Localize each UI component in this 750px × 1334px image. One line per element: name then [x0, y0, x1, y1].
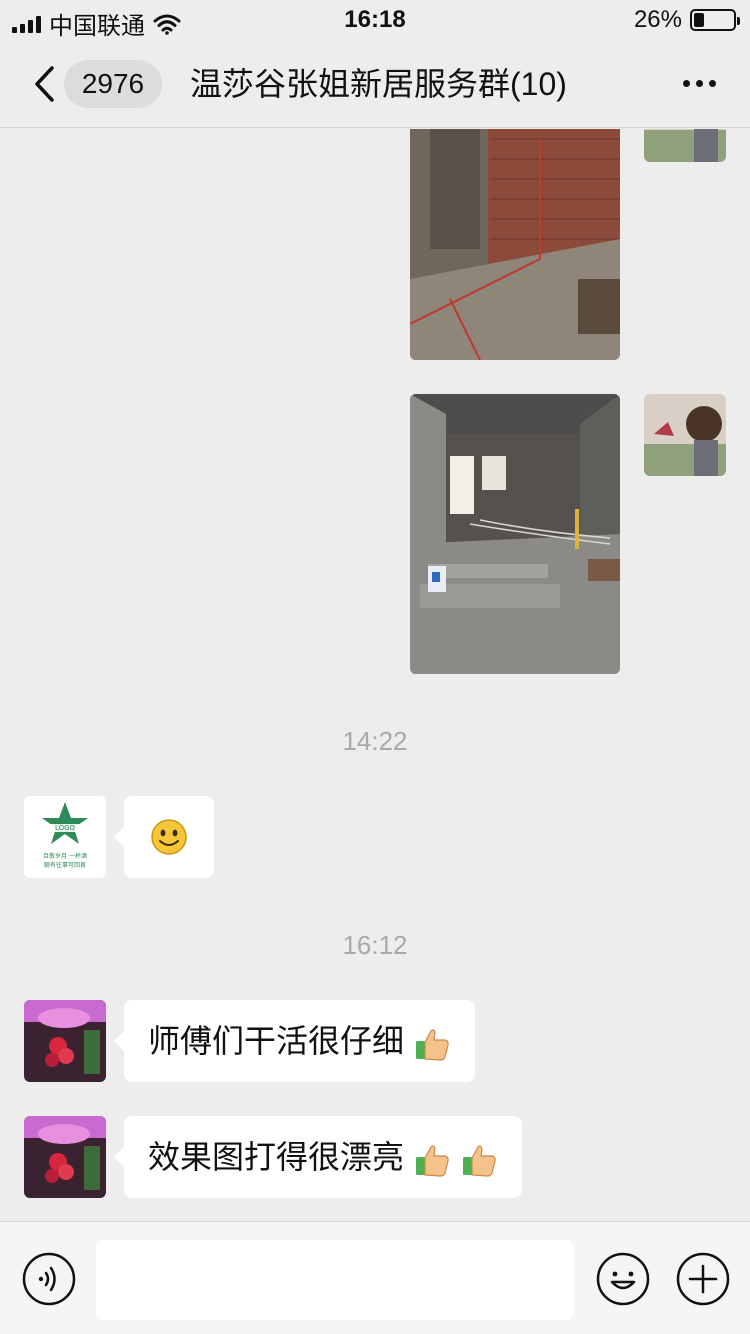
construction-photo-image	[410, 129, 620, 360]
smiley-face-icon	[151, 819, 187, 855]
chat-header: 2976 温莎谷张姐新居服务群(10)	[0, 40, 750, 128]
avatar-image	[644, 129, 726, 162]
status-bar: 中国联通 16:18 26%	[0, 0, 750, 40]
text-message-bubble[interactable]: 效果图打得很漂亮	[114, 1116, 522, 1198]
text-message-bubble[interactable]: 师傅们干活很仔细	[114, 1000, 475, 1082]
avatar[interactable]	[24, 1116, 106, 1198]
unread-count-badge[interactable]: 2976	[64, 60, 162, 108]
avatar[interactable]	[644, 394, 726, 476]
avatar-image	[24, 1116, 106, 1198]
construction-photo-image	[410, 394, 620, 674]
battery-percent: 26%	[633, 6, 682, 33]
message-text: 效果图打得很漂亮	[148, 1139, 405, 1175]
chevron-left-icon	[35, 66, 54, 102]
voice-icon	[22, 1252, 76, 1306]
thumbs-up-icon	[415, 1028, 449, 1061]
back-button[interactable]	[26, 62, 62, 106]
message-text: 师傅们干活很仔细	[148, 1023, 405, 1059]
status-right: 26%	[633, 6, 740, 34]
photo-message[interactable]	[410, 129, 620, 360]
avatar-image	[24, 1000, 106, 1082]
chat-input-bar	[0, 1221, 750, 1334]
more-options-button[interactable]	[683, 80, 716, 87]
battery-icon	[690, 9, 740, 31]
avatar[interactable]	[24, 1000, 106, 1082]
emoji-button[interactable]	[596, 1252, 650, 1306]
thumbs-up-icon	[462, 1144, 496, 1177]
avatar-image	[644, 394, 726, 476]
thumbs-up-icon	[415, 1144, 449, 1177]
chat-timestamp: 14:22	[342, 726, 408, 756]
avatar[interactable]: LOGO 且敬岁月 一杯酒 聊有往事可回首	[24, 796, 106, 878]
plus-icon	[676, 1252, 730, 1306]
more-functions-button[interactable]	[676, 1252, 730, 1306]
chat-title: 温莎谷张姐新居服务群(10)	[190, 66, 567, 102]
message-input[interactable]	[96, 1240, 574, 1320]
emoji-icon	[596, 1252, 650, 1306]
message-list[interactable]: 14:22 LOGO 且敬岁月 一杯酒 聊有往事可回首 16:12 师傅们干活很…	[0, 129, 750, 1221]
avatar-logo-caption: 且敬岁月 一杯酒 聊有往事可回首	[43, 853, 87, 869]
svg-text:LOGO: LOGO	[55, 824, 76, 832]
chat-timestamp: 16:12	[342, 930, 408, 960]
battery-fill	[694, 13, 704, 27]
photo-message[interactable]	[410, 394, 620, 674]
sticker-message-bubble[interactable]	[114, 796, 214, 878]
avatar[interactable]	[644, 129, 726, 162]
voice-input-button[interactable]	[22, 1252, 76, 1306]
